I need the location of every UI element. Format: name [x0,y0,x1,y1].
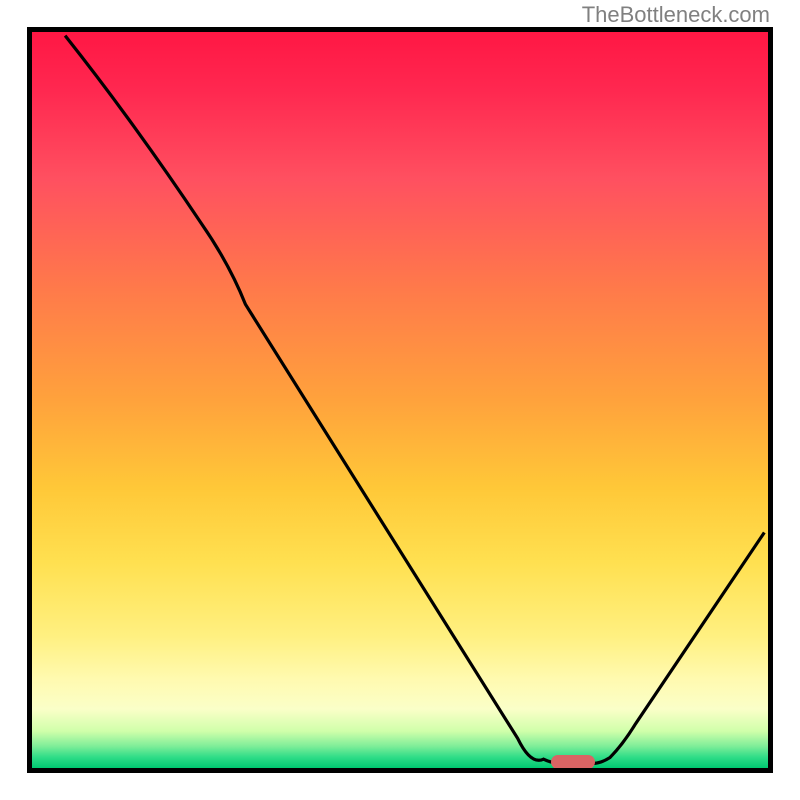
optimum-marker [551,755,595,769]
plot-area [27,27,773,773]
chart-container: TheBottleneck.com [0,0,800,800]
bottleneck-curve [65,36,764,764]
watermark-text: TheBottleneck.com [582,2,770,28]
curve-svg [32,32,768,768]
